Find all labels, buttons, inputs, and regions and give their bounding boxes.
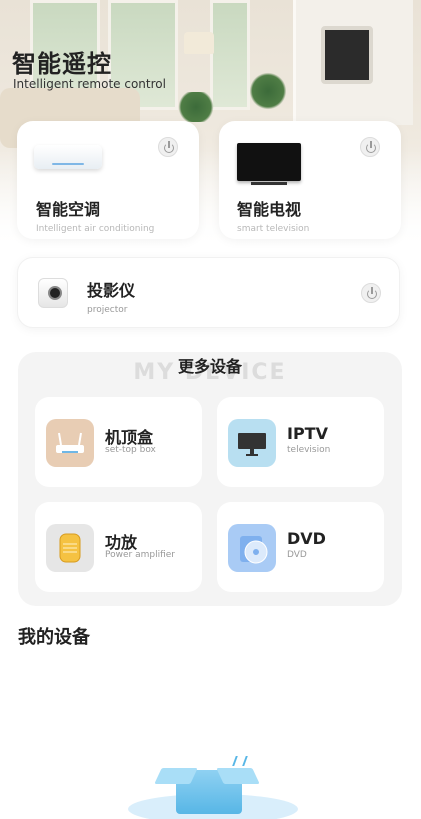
speaker-icon [46,524,94,572]
section-title: 更多设备 [177,357,242,376]
device-card-projector[interactable]: 投影仪 projector [17,257,400,328]
device-name-en: DVD [287,550,307,560]
disc-icon [228,524,276,572]
device-name-en: projector [87,305,128,315]
device-name: 智能空调 [36,200,101,219]
more-devices-panel: MY DEVICE 更多设备 机顶盒 set-top box IPTV tele… [18,352,402,606]
empty-box-icon [128,756,298,819]
device-name: 投影仪 [87,281,136,300]
projector-icon [38,278,68,308]
power-icon[interactable] [158,137,178,157]
plant-decoration [176,92,216,122]
device-name: 智能电视 [237,200,302,219]
device-name-en: Power amplifier [105,550,175,560]
device-tile-dvd[interactable]: DVD DVD [217,502,384,592]
device-name-en: set-top box [105,445,156,455]
device-name: IPTV [287,424,328,443]
box-lid [216,768,260,784]
router-icon [46,419,94,467]
device-tile-set-top-box[interactable]: 机顶盒 set-top box [35,397,202,487]
box-lid [154,768,198,784]
device-name-en: Intelligent air conditioning [36,224,155,234]
power-icon[interactable] [361,283,381,303]
device-name: DVD [287,529,326,548]
device-name-en: smart television [237,224,310,234]
device-tile-power-amplifier[interactable]: 功放 Power amplifier [35,502,202,592]
page-title: 智能遥控 [12,50,112,78]
device-card-air-conditioner[interactable]: 智能空调 Intelligent air conditioning [17,121,199,239]
monitor-icon [228,419,276,467]
room-tv-decoration [321,26,373,84]
device-name-en: television [287,445,331,455]
air-conditioner-icon [34,145,102,169]
lamp-decoration [184,32,214,54]
tv-icon [237,143,301,185]
section-title-my-devices: 我的设备 [18,627,90,648]
power-icon[interactable] [360,137,380,157]
device-card-tv[interactable]: 智能电视 smart television [219,121,401,239]
plant-decoration [250,72,286,110]
sparkle-icon [232,756,248,766]
device-tile-iptv[interactable]: IPTV television [217,397,384,487]
window-decoration [210,0,250,110]
page-subtitle: Intelligent remote control [13,77,166,91]
